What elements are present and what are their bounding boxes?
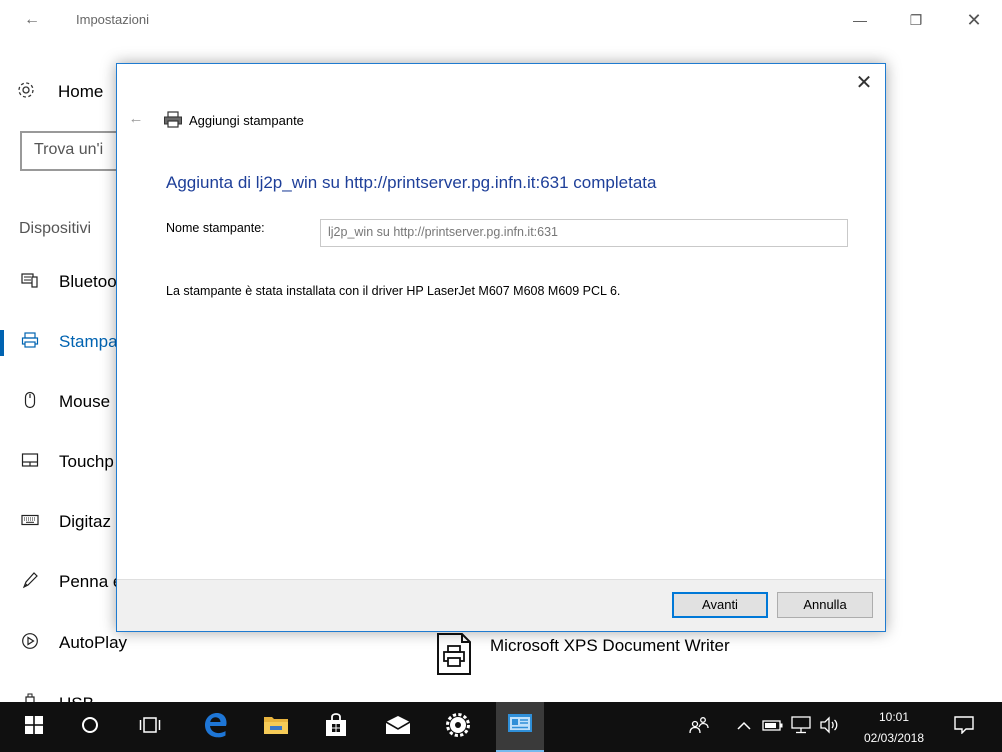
battery-button[interactable] — [760, 702, 786, 752]
battery-plug-icon — [762, 718, 784, 737]
taskbar-control-panel[interactable] — [496, 702, 544, 752]
maximize-button[interactable]: ❐ — [898, 6, 934, 34]
mail-envelope-icon — [385, 715, 411, 740]
clock-date[interactable]: 02/03/2018 — [858, 731, 930, 745]
task-view-icon — [139, 716, 161, 739]
driver-info-text: La stampante è stata installata con il d… — [166, 284, 621, 298]
mouse-icon — [18, 391, 42, 414]
people-icon — [689, 716, 709, 739]
maximize-icon: ❐ — [909, 11, 923, 28]
title-bar: ← Impostazioni — ❐ ✕ — [0, 0, 1002, 40]
printer-list-item-label: Microsoft XPS Document Writer — [490, 636, 730, 655]
taskbar-file-explorer[interactable] — [254, 702, 298, 752]
touchpad-icon — [18, 451, 42, 474]
volume-button[interactable] — [816, 702, 842, 752]
sidebar-item-label: AutoPlay — [59, 633, 128, 652]
sidebar-home[interactable]: Home — [16, 78, 103, 106]
bluetooth-devices-icon — [18, 271, 42, 294]
printer-document-icon — [436, 632, 472, 676]
sidebar-item-label: Penna e — [59, 572, 123, 591]
add-printer-dialog: ✕ ← Aggiungi stampante Aggiunta di lj2p_… — [116, 63, 886, 632]
network-icon — [791, 715, 811, 739]
minimize-icon: — — [853, 12, 867, 28]
action-center-button[interactable] — [946, 702, 982, 752]
taskbar: 10:01 02/03/2018 — [0, 702, 1002, 752]
people-button[interactable] — [684, 702, 714, 752]
sidebar-item-label: Stampa — [59, 332, 118, 351]
dialog-header-title: Aggiungi stampante — [189, 112, 304, 128]
taskbar-settings[interactable] — [436, 702, 480, 752]
notification-icon — [954, 715, 974, 739]
edge-browser-icon — [203, 712, 229, 743]
home-label: Home — [58, 82, 104, 101]
taskbar-store[interactable] — [314, 702, 358, 752]
close-icon: ✕ — [966, 9, 982, 30]
printer-icon — [163, 111, 183, 129]
sidebar-item-label: Bluetoo — [59, 272, 117, 291]
volume-icon — [819, 715, 839, 739]
settings-gear-icon — [446, 712, 470, 742]
cortana-button[interactable] — [70, 702, 110, 752]
taskbar-mail[interactable] — [376, 702, 420, 752]
sidebar-item-label: Mouse — [59, 392, 111, 411]
taskbar-edge[interactable] — [194, 702, 238, 752]
dialog-footer: Avanti Annulla — [117, 579, 885, 631]
next-button[interactable]: Avanti — [672, 592, 768, 618]
sidebar-item-label: Digitaz — [59, 512, 111, 531]
keyboard-icon — [18, 511, 42, 534]
autoplay-icon — [18, 632, 42, 655]
selection-indicator — [0, 330, 4, 356]
printer-name-field[interactable]: lj2p_win su http://printserver.pg.infn.i… — [320, 219, 848, 247]
close-button[interactable]: ✕ — [956, 6, 992, 34]
gear-icon — [16, 80, 44, 105]
network-button[interactable] — [788, 702, 814, 752]
dialog-header: Aggiungi stampante — [163, 111, 304, 129]
printer-icon — [18, 331, 42, 354]
cortana-circle-icon — [81, 716, 99, 739]
task-view-button[interactable] — [128, 702, 172, 752]
printer-name-label: Nome stampante: — [166, 221, 265, 235]
minimize-button[interactable]: — — [842, 6, 878, 34]
printer-list-item[interactable]: Microsoft XPS Document Writer — [436, 632, 730, 676]
pen-icon — [18, 571, 42, 594]
chevron-up-icon — [737, 718, 751, 736]
windows-logo-icon — [25, 715, 43, 739]
usb-icon — [18, 693, 42, 702]
show-hidden-icons-button[interactable] — [732, 702, 756, 752]
back-arrow-icon[interactable]: ← — [20, 8, 44, 32]
dialog-heading: Aggiunta di lj2p_win su http://printserv… — [166, 173, 657, 192]
start-button[interactable] — [14, 702, 54, 752]
clock-time[interactable]: 10:01 — [858, 710, 930, 724]
control-panel-icon — [507, 713, 533, 740]
store-bag-icon — [324, 712, 348, 742]
section-heading: Dispositivi — [19, 220, 92, 237]
sidebar-item-usb[interactable]: USB — [0, 688, 300, 702]
dialog-back-arrow-icon[interactable]: ← — [125, 108, 147, 130]
sidebar-item-label: USB — [59, 694, 94, 702]
folder-icon — [263, 714, 289, 741]
window-title: Impostazioni — [76, 12, 149, 27]
cancel-button[interactable]: Annulla — [777, 592, 873, 618]
dialog-close-icon[interactable]: ✕ — [851, 70, 877, 96]
sidebar-item-label: Touchp — [59, 452, 114, 471]
